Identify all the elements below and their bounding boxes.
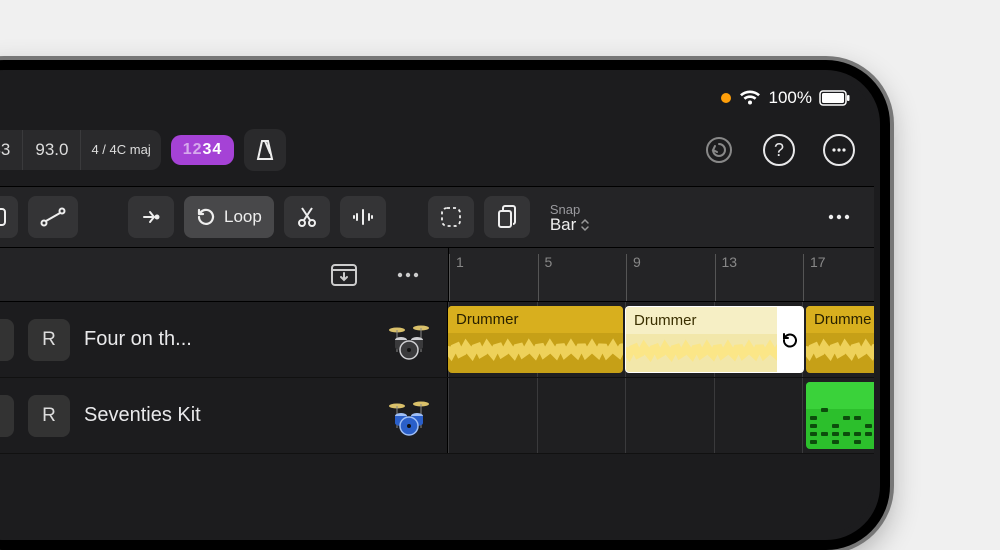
marquee-tool-button[interactable] [0, 196, 18, 238]
join-button[interactable] [128, 196, 174, 238]
track-header[interactable]: S R Seventies Kit [0, 378, 448, 453]
metronome-button[interactable] [244, 129, 286, 171]
battery-icon [820, 91, 850, 105]
region-label: Drummer [448, 306, 623, 333]
track-lane[interactable] [448, 378, 874, 453]
recording-indicator-dot [721, 93, 731, 103]
ruler-tick: 17 [803, 254, 826, 301]
time-signature-display[interactable]: 4 / 4 C maj [80, 130, 160, 170]
region[interactable] [806, 382, 874, 449]
screen: 100% 083 93.0 4 / 4 C maj 1234 ? [0, 76, 874, 534]
grid-line [714, 378, 715, 453]
region-label [806, 382, 874, 409]
ruler-tick: 5 [538, 254, 553, 301]
instrument-icon[interactable] [387, 394, 431, 438]
track-name: Four on th... [84, 328, 373, 351]
snap-value: Bar [550, 217, 576, 232]
more-button[interactable] [818, 129, 860, 171]
battery-percent: 100% [769, 88, 812, 108]
snap-control[interactable]: Snap Bar [550, 202, 590, 232]
track-header[interactable]: S R Four on th... [0, 302, 448, 377]
ruler-tick: 9 [626, 254, 641, 301]
timeline-ruler[interactable]: 1 5 9 13 17 [0, 248, 874, 302]
grid-line [448, 378, 449, 453]
track-list: S R Four on th... DrummerDrummer Drumme … [0, 302, 874, 534]
ruler-tick: 1 [449, 254, 464, 301]
region-label: Drumme [806, 306, 874, 333]
help-button[interactable]: ? [758, 129, 800, 171]
record-enable-button[interactable]: R [28, 319, 70, 361]
transport-bar: 083 93.0 4 / 4 C maj 1234 ? [0, 122, 874, 178]
track-row: S R Seventies Kit [0, 378, 874, 454]
stepper-icon [580, 218, 590, 232]
tempo-display[interactable]: 93.0 [22, 130, 80, 170]
loop-button[interactable]: Loop [184, 196, 274, 238]
track-more-button[interactable] [388, 255, 428, 295]
count-in-button[interactable]: 1234 [171, 135, 235, 165]
region[interactable]: Drumme [806, 306, 874, 373]
grid-line [537, 378, 538, 453]
import-button[interactable] [324, 255, 364, 295]
region[interactable]: Drummer [448, 306, 623, 373]
grid-line [802, 378, 803, 453]
key-value: C maj [117, 143, 151, 157]
copy-button[interactable] [484, 196, 530, 238]
solo-button[interactable]: S [0, 395, 14, 437]
status-bar: 100% [721, 88, 850, 108]
ruler-tick: 13 [715, 254, 738, 301]
wifi-icon [739, 90, 761, 106]
region[interactable]: Drummer [625, 306, 804, 373]
track-name: Seventies Kit [84, 404, 373, 427]
grid-line [625, 378, 626, 453]
time-signature-value: 4 / 4 [91, 143, 116, 157]
instrument-icon[interactable] [387, 318, 431, 362]
split-button[interactable] [340, 196, 386, 238]
device-frame: 100% 083 93.0 4 / 4 C maj 1234 ? [0, 60, 890, 550]
track-row: S R Four on th... DrummerDrummer Drumme [0, 302, 874, 378]
position-display[interactable]: 083 [0, 130, 22, 170]
record-enable-button[interactable]: R [28, 395, 70, 437]
track-lane[interactable]: DrummerDrummer Drumme [448, 302, 874, 377]
undo-button[interactable] [698, 129, 740, 171]
editor-toolbar: Loop Snap Bar [0, 186, 874, 248]
cut-button[interactable] [284, 196, 330, 238]
lcd-segment: 083 93.0 4 / 4 C maj [0, 130, 161, 170]
select-button[interactable] [428, 196, 474, 238]
automation-tool-button[interactable] [28, 196, 78, 238]
loop-handle[interactable] [777, 307, 803, 372]
loop-label: Loop [224, 207, 262, 227]
toolbar-more-button[interactable] [818, 196, 860, 238]
solo-button[interactable]: S [0, 319, 14, 361]
